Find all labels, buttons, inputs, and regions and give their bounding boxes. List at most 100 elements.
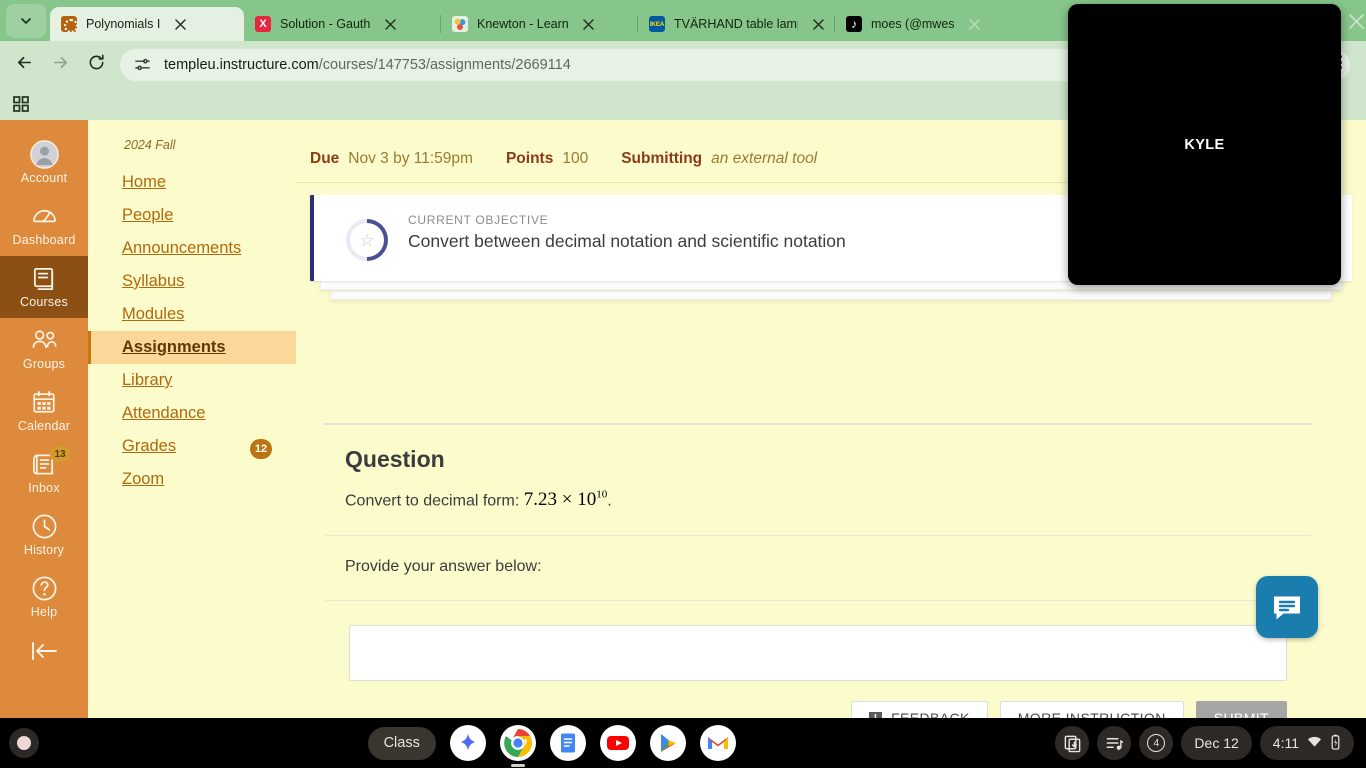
back-button[interactable] <box>8 49 40 81</box>
math-base: 10 <box>577 489 597 511</box>
shelf-system-tray: 4 Dec 12 4:11 <box>1055 726 1366 760</box>
calendar-icon <box>31 388 57 416</box>
gauth-favicon: X <box>255 16 271 32</box>
course-nav-item-announcements[interactable]: Announcements <box>88 232 296 265</box>
sidebar-item-help[interactable]: Help <box>0 566 88 628</box>
pip-close-icon[interactable] <box>1345 10 1366 32</box>
more-instruction-button[interactable]: MORE INSTRUCTION <box>999 701 1184 718</box>
browser-tab[interactable]: IKEA TVÄRHAND table lamp, bla <box>638 7 834 41</box>
submit-button[interactable]: SUBMIT <box>1195 701 1287 718</box>
reload-button[interactable] <box>80 49 112 81</box>
tiktok-favicon: ♪ <box>846 16 862 32</box>
browser-tab[interactable]: Knewton - Learn <box>441 7 637 41</box>
downloads-tray-icon[interactable] <box>1055 726 1090 760</box>
star-progress-icon: ☆ <box>346 219 388 261</box>
answer-input[interactable] <box>349 625 1287 682</box>
tab-title: Solution - Gauth <box>280 17 371 31</box>
sidebar-item-label: Inbox <box>28 481 60 495</box>
chevron-down-icon <box>19 14 33 28</box>
math-expression: 7.23 × 1010 <box>524 489 607 510</box>
recording-dot-icon[interactable] <box>9 728 39 758</box>
math-mantissa: 7.23 <box>523 489 557 511</box>
sidebar-item-label: Dashboard <box>12 233 76 247</box>
tab-search-button[interactable] <box>6 4 46 38</box>
course-nav-item-library[interactable]: Library <box>88 364 296 397</box>
media-playlist-icon[interactable] <box>1097 726 1132 760</box>
docs-app-icon[interactable] <box>549 725 586 761</box>
gmail-app-icon[interactable] <box>699 725 736 761</box>
play-store-app-icon[interactable] <box>649 725 686 761</box>
close-icon[interactable] <box>579 14 599 34</box>
sidebar-item-label: Courses <box>20 295 68 309</box>
knewton-favicon <box>452 16 468 32</box>
close-icon[interactable] <box>808 14 828 34</box>
tab-title: Polynomials I <box>86 17 161 31</box>
browser-tab[interactable]: ♪ moes (@mwes <box>835 7 1031 41</box>
submitting-value: an external tool <box>711 150 818 167</box>
url-text: templeu.instructure.com/courses/147753/a… <box>164 57 571 73</box>
chrome-app-icon[interactable] <box>499 725 536 761</box>
shelf-app-area: Class <box>48 725 1055 761</box>
sidebar-item-inbox[interactable]: 13 Inbox <box>0 442 88 504</box>
question-prompt-text: Convert to decimal form: <box>345 492 524 510</box>
browser-tab[interactable]: X Solution - Gauth <box>244 7 440 41</box>
course-nav-item-zoom[interactable]: Zoom <box>88 463 296 496</box>
objective-kicker: CURRENT OBJECTIVE <box>408 213 549 227</box>
course-nav: 2024 Fall Home People Announcements Syll… <box>88 120 296 718</box>
course-nav-item-grades[interactable]: Grades 12 <box>88 430 296 463</box>
shelf-status-area[interactable] <box>0 728 48 758</box>
sidebar-item-calendar[interactable]: Calendar <box>0 380 88 442</box>
course-nav-item-syllabus[interactable]: Syllabus <box>88 265 296 298</box>
forward-button[interactable] <box>44 49 76 81</box>
clock-icon <box>31 512 58 540</box>
course-nav-item-home[interactable]: Home <box>88 166 296 199</box>
due-label: Due <box>310 150 340 167</box>
class-pill-button[interactable]: Class <box>367 726 436 760</box>
apps-grid-icon[interactable] <box>10 93 32 115</box>
canvas-favicon <box>61 16 77 32</box>
feedback-button[interactable]: FEEDBACK <box>851 701 988 718</box>
sidebar-item-label: Groups <box>22 357 66 371</box>
course-nav-item-attendance[interactable]: Attendance <box>88 397 296 430</box>
star-glyph: ☆ <box>359 230 375 250</box>
question-heading: Question <box>345 446 445 472</box>
youtube-app-icon[interactable] <box>599 725 636 761</box>
tab-title: moes (@mwes <box>871 17 955 31</box>
sidebar-item-label: Help <box>30 605 58 619</box>
grades-count-badge: 12 <box>250 439 272 459</box>
chat-bubble-icon[interactable] <box>1256 576 1318 638</box>
course-nav-item-assignments[interactable]: Assignments <box>88 331 296 364</box>
browser-tab[interactable]: Polynomials I <box>50 7 244 41</box>
collapse-left-icon[interactable] <box>29 640 59 667</box>
course-nav-item-people[interactable]: People <box>88 199 296 232</box>
url-host: templeu.instructure.com <box>164 56 319 73</box>
url-path: /courses/147753/assignments/2669114 <box>318 56 571 73</box>
close-icon[interactable] <box>380 14 400 34</box>
sidebar-item-history[interactable]: History <box>0 504 88 566</box>
notification-count-badge[interactable]: 4 <box>1139 726 1174 760</box>
sidebar-item-label: Calendar <box>17 419 71 433</box>
status-pill[interactable]: 4:11 <box>1259 726 1354 760</box>
date-pill[interactable]: Dec 12 <box>1181 726 1252 760</box>
sidebar-item-groups[interactable]: Groups <box>0 318 88 380</box>
tune-icon[interactable] <box>132 55 152 75</box>
sidebar-item-account[interactable]: Account <box>0 132 88 194</box>
more-instruction-button-label: MORE INSTRUCTION <box>1018 710 1166 718</box>
gemini-app-icon[interactable] <box>449 725 486 761</box>
course-nav-item-modules[interactable]: Modules <box>88 298 296 331</box>
close-icon[interactable] <box>170 14 190 34</box>
battery-icon <box>1330 734 1341 753</box>
points-label: Points <box>505 150 554 167</box>
back-arrow-icon <box>15 53 34 77</box>
due-value: Nov 3 by 11:59pm <box>348 150 473 167</box>
submitting-label: Submitting <box>621 150 703 167</box>
video-call-pip-window[interactable]: KYLE <box>1068 4 1341 285</box>
sidebar-item-courses[interactable]: Courses <box>0 256 88 318</box>
question-header: Question <box>325 424 1311 473</box>
submit-button-label: SUBMIT <box>1214 710 1269 718</box>
close-icon[interactable] <box>965 14 985 34</box>
sidebar-item-dashboard[interactable]: Dashboard <box>0 194 88 256</box>
user-avatar-icon <box>29 139 60 169</box>
sidebar-item-label: History <box>23 543 65 557</box>
math-exponent: 10 <box>596 489 608 501</box>
